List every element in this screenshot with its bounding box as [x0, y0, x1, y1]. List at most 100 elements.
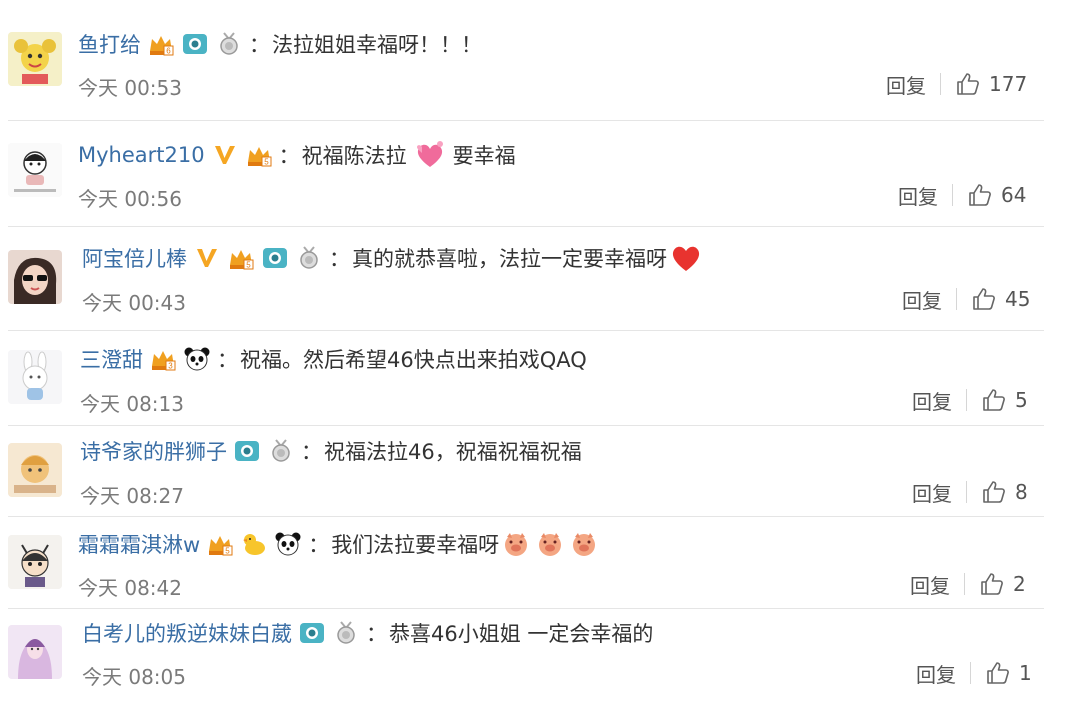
like-count: 8 [1015, 480, 1028, 504]
panda-badge-icon[interactable] [274, 531, 302, 557]
comment-text: 我们法拉要幸福呀 [331, 533, 500, 557]
duck-badge-icon[interactable] [240, 531, 268, 557]
separator-colon: ： [249, 33, 270, 57]
separator-colon: ： [366, 622, 387, 646]
like-count: 177 [989, 72, 1028, 96]
camera-badge-icon[interactable] [233, 438, 261, 464]
timestamp: 今天 00:53 [78, 76, 182, 100]
svg-text:5: 5 [264, 158, 269, 167]
comment-line: 阿宝倍儿棒 5 ： 真的就恭喜啦，法拉一定要幸福呀 [82, 240, 709, 276]
timestamp: 今天 08:05 [82, 665, 186, 689]
camera-badge-icon[interactable] [261, 245, 289, 271]
medal-badge-icon[interactable] [267, 438, 295, 464]
avatar[interactable] [8, 250, 62, 304]
username[interactable]: 阿宝倍儿棒 [82, 243, 187, 273]
svg-text:3: 3 [168, 362, 173, 371]
separator-colon: ： [278, 144, 300, 168]
divider-vertical [956, 288, 957, 310]
username[interactable]: 鱼打给 [78, 29, 141, 59]
username[interactable]: 诗爷家的胖狮子 [80, 436, 227, 466]
comment-line: 白考儿的叛逆妹妹白葳 ： 恭喜46小姐姐 一定会幸福的 [82, 615, 653, 651]
divider [8, 330, 1044, 331]
reply-button[interactable]: 回复 [912, 478, 952, 507]
comment-text-suffix: 要幸福 [452, 144, 516, 168]
comment-text: 祝福。然后希望46快点出来拍戏QAQ [240, 348, 587, 372]
medal-badge-icon[interactable] [295, 245, 323, 271]
medal-badge-icon[interactable] [215, 31, 243, 57]
thumbs-up-icon[interactable] [985, 660, 1011, 686]
separator-colon: ： [329, 247, 350, 271]
separator-colon: ： [217, 348, 238, 372]
camera-badge-icon[interactable] [181, 31, 209, 57]
reply-button[interactable]: 回复 [910, 570, 950, 599]
reply-button[interactable]: 回复 [902, 285, 942, 314]
crown-badge-icon[interactable]: 5 [227, 245, 255, 271]
divider [8, 226, 1044, 227]
timestamp: 今天 08:13 [80, 392, 184, 416]
username[interactable]: Myheart210 [78, 143, 205, 167]
svg-text:5: 5 [225, 547, 230, 556]
separator-colon: ： [301, 440, 322, 464]
thumbs-up-icon[interactable] [979, 571, 1005, 597]
crown-badge-icon[interactable]: 6 [147, 31, 175, 57]
like-count: 45 [1005, 287, 1031, 311]
avatar[interactable] [8, 625, 62, 679]
crown-badge-icon[interactable]: 5 [245, 142, 273, 168]
avatar[interactable] [8, 32, 62, 86]
thumbs-up-icon[interactable] [955, 71, 981, 97]
divider-vertical [940, 73, 941, 95]
username[interactable]: 白考儿的叛逆妹妹白葳 [82, 618, 292, 648]
thumbs-up-icon[interactable] [981, 387, 1007, 413]
comment-actions: 回复 8 [912, 476, 1028, 508]
timestamp: 今天 00:56 [78, 187, 182, 211]
comment-text: 真的就恭喜啦，法拉一定要幸福呀 [352, 247, 667, 271]
red-heart-emoji-icon [669, 243, 703, 273]
reply-button[interactable]: 回复 [912, 386, 952, 415]
comment-actions: 回复 5 [912, 384, 1028, 416]
comment-actions: 回复 45 [902, 283, 1030, 315]
comment-actions: 回复 1 [916, 657, 1032, 689]
username[interactable]: 三澄甜 [80, 344, 143, 374]
comment-line: 鱼打给 6 ： 法拉姐姐幸福呀！！！ [78, 26, 482, 62]
comment-feed: 鱼打给 6 ： 法拉姐姐幸福呀！！！ 今天 00:53 回复 177 Myhea… [0, 0, 1080, 702]
crown-badge-icon[interactable]: 5 [206, 531, 234, 557]
pig-emoji-icon [535, 529, 565, 559]
reply-button[interactable]: 回复 [898, 181, 938, 210]
panda-badge-icon[interactable] [183, 346, 211, 372]
username[interactable]: 霜霜霜淇淋w [78, 529, 200, 559]
divider-vertical [966, 481, 967, 503]
separator-colon: ： [308, 533, 330, 557]
reply-button[interactable]: 回复 [916, 659, 956, 688]
svg-text:6: 6 [166, 47, 171, 56]
divider [8, 516, 1044, 517]
divider-vertical [970, 662, 971, 684]
comment-text: 祝福陈法拉 [301, 144, 407, 168]
divider-vertical [964, 573, 965, 595]
like-count: 2 [1013, 572, 1026, 596]
medal-badge-icon[interactable] [332, 620, 360, 646]
comment-line: 霜霜霜淇淋w 5 ： 我们法拉要幸福呀 [78, 526, 601, 562]
reply-button[interactable]: 回复 [886, 70, 926, 99]
pig-emoji-icon [501, 529, 531, 559]
avatar[interactable] [8, 350, 62, 404]
camera-badge-icon[interactable] [298, 620, 326, 646]
avatar[interactable] [8, 535, 62, 589]
hearts-emoji-icon [413, 139, 447, 171]
verified-v-icon[interactable] [211, 142, 239, 168]
divider-vertical [966, 389, 967, 411]
comment-line: Myheart210 5 ： 祝福陈法拉 要幸福 [78, 137, 516, 173]
verified-v-icon[interactable] [193, 245, 221, 271]
avatar[interactable] [8, 143, 62, 197]
like-count: 1 [1019, 661, 1032, 685]
timestamp: 今天 08:27 [80, 484, 184, 508]
thumbs-up-icon[interactable] [971, 286, 997, 312]
like-count: 5 [1015, 388, 1028, 412]
comment-actions: 回复 64 [898, 179, 1026, 211]
avatar[interactable] [8, 443, 62, 497]
like-count: 64 [1001, 183, 1027, 207]
comment-line: 三澄甜 3 ： 祝福。然后希望46快点出来拍戏QAQ [80, 341, 587, 377]
thumbs-up-icon[interactable] [967, 182, 993, 208]
svg-text:5: 5 [246, 261, 251, 270]
thumbs-up-icon[interactable] [981, 479, 1007, 505]
crown-badge-icon[interactable]: 3 [149, 346, 177, 372]
